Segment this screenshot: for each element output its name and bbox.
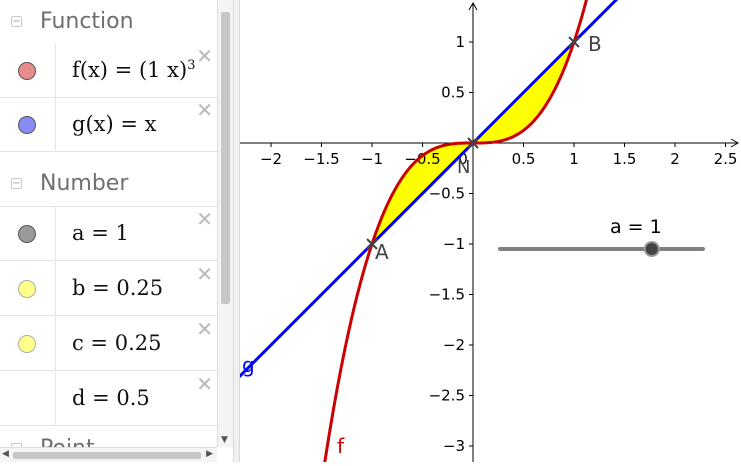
vertical-scrollbar[interactable]: ▼ [217, 0, 233, 447]
horizontal-scrollbar[interactable]: ◀ ▶ [0, 447, 217, 462]
algebra-row-d[interactable]: d = 0.5 ✕ [0, 372, 217, 426]
collapse-toggle-icon[interactable]: − [11, 16, 22, 27]
scrollbar-thumb[interactable] [13, 452, 201, 459]
point-label-a: A [375, 240, 389, 264]
definition[interactable]: b = 0.25 [72, 276, 163, 300]
y-tick-label: 1 [455, 33, 465, 51]
algebra-row-f[interactable]: f(x) = (1 x)3 ✕ [0, 44, 217, 98]
y-tick-label: −1.5 [429, 286, 465, 304]
scrollbar-thumb[interactable] [221, 12, 230, 304]
visibility-marker[interactable] [0, 207, 56, 260]
x-tick-label: −1 [361, 150, 383, 168]
x-tick-label: 2 [670, 150, 680, 168]
algebra-row-c[interactable]: c = 0.25 ✕ [0, 317, 217, 371]
x-tick-label: −0.5 [404, 150, 440, 168]
delete-icon[interactable]: ✕ [196, 209, 213, 229]
visibility-marker[interactable] [0, 44, 56, 97]
definition[interactable]: d = 0.5 [72, 386, 150, 410]
visibility-marker[interactable] [0, 372, 56, 425]
scroll-left-icon[interactable]: ◀ [2, 449, 9, 459]
visibility-dot[interactable] [18, 335, 36, 353]
line-label-g: g [242, 353, 255, 377]
x-tick-label: 2.5 [714, 150, 738, 168]
category-label: Number [40, 171, 129, 196]
category-number[interactable]: − Number [0, 162, 217, 207]
scroll-right-icon[interactable]: ▶ [206, 449, 213, 459]
graphics-canvas[interactable]: −2 −1.5 −1 −0.5 0 0.5 1 1.5 2 2.510.5−0.5−1−1.5−2… [229, 0, 741, 466]
x-tick-label: 0.5 [512, 150, 536, 168]
curve-label-f: f [337, 434, 345, 458]
y-tick-label: −2.5 [429, 387, 465, 405]
category-label: Function [40, 9, 134, 34]
definition[interactable]: g(x) = x [72, 112, 156, 136]
graphics-view[interactable]: −2 −1.5 −1 −0.5 0 0.5 1 1.5 2 2.5 1 0.5 −0.5 −1 −1.5 −2… [229, 0, 741, 466]
delete-icon[interactable]: ✕ [196, 46, 213, 66]
x-tick-label: 1 [569, 150, 579, 168]
slider-label: a = 1 [610, 216, 662, 238]
y-tick-label: −0.5 [429, 185, 465, 203]
definition[interactable]: c = 0.25 [72, 331, 161, 355]
visibility-dot[interactable] [18, 280, 36, 298]
y-tick-label: 0.5 [441, 84, 465, 102]
y-tick-label: −2 [443, 336, 465, 354]
visibility-marker[interactable] [0, 262, 56, 315]
x-tick-label: 1.5 [613, 150, 637, 168]
visibility-marker[interactable] [0, 98, 56, 151]
point-label-n: N [457, 157, 470, 178]
definition[interactable]: f(x) = (1 x)3 [72, 58, 196, 82]
y-tick-label: −1 [443, 235, 465, 253]
definition[interactable]: a = 1 [72, 221, 129, 245]
collapse-toggle-icon[interactable]: − [11, 178, 22, 189]
algebra-row-b[interactable]: b = 0.25 ✕ [0, 262, 217, 316]
delete-icon[interactable]: ✕ [196, 100, 213, 120]
view-divider[interactable] [233, 0, 240, 462]
y-tick-label: −3 [443, 437, 465, 455]
exponent: 3 [187, 58, 196, 73]
algebra-row-a[interactable]: a = 1 ✕ [0, 207, 217, 261]
algebra-view: − Function f(x) = (1 x)3 ✕ g(x) = x ✕ − … [0, 0, 233, 462]
delete-icon[interactable]: ✕ [196, 374, 213, 394]
x-tick-label: −2 [260, 150, 282, 168]
slider-knob[interactable] [643, 241, 660, 257]
visibility-dot[interactable] [18, 116, 36, 134]
x-tick-label: −1.5 [303, 150, 339, 168]
visibility-marker[interactable] [0, 317, 56, 370]
visibility-dot[interactable] [18, 62, 36, 80]
point-label-b: B [588, 32, 602, 56]
algebra-row-g[interactable]: g(x) = x ✕ [0, 98, 217, 152]
visibility-dot[interactable] [18, 225, 36, 243]
scroll-down-icon[interactable]: ▼ [221, 435, 228, 445]
delete-icon[interactable]: ✕ [196, 264, 213, 284]
delete-icon[interactable]: ✕ [196, 319, 213, 339]
category-function[interactable]: − Function [0, 0, 217, 45]
